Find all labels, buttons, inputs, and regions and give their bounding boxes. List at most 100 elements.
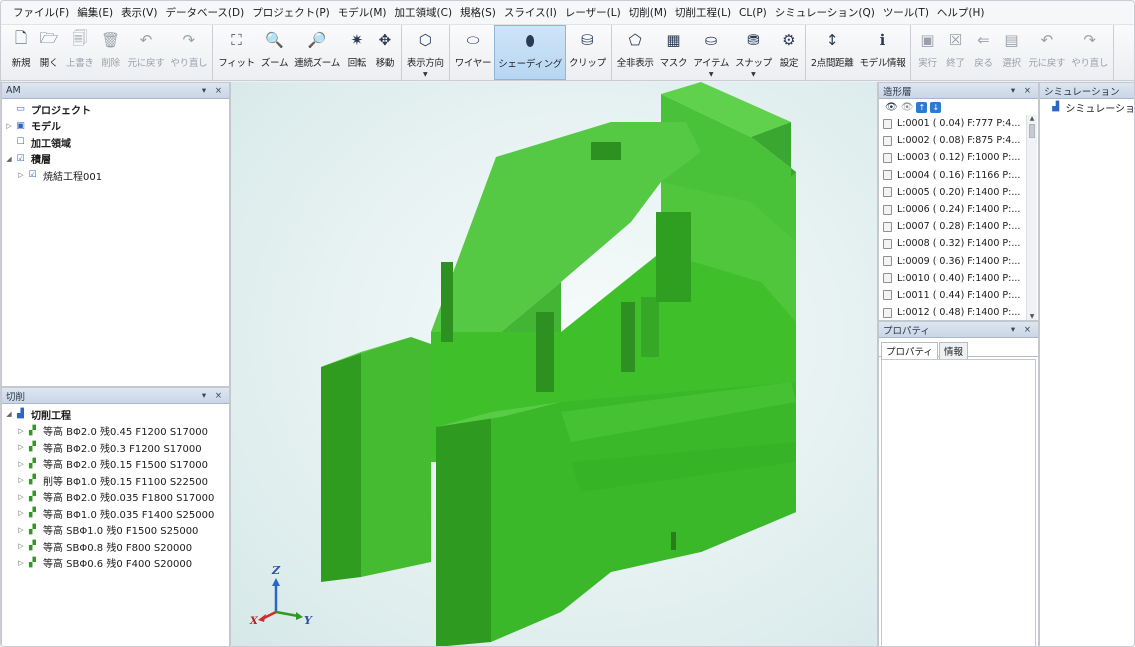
- run-button[interactable]: ▣ 実行: [913, 25, 941, 80]
- show-eye-icon[interactable]: 👁: [885, 102, 898, 113]
- distance-button[interactable]: ↕ 2点間距離: [808, 25, 857, 80]
- scroll-up-icon[interactable]: ▲: [1027, 115, 1037, 122]
- cut-process-item[interactable]: ▷ ▞ 等高 BΦ2.0 残0.15 F1500 S17000: [4, 456, 229, 473]
- simulation-item[interactable]: ▟ シミュレーショ: [1040, 99, 1134, 116]
- menu-item[interactable]: レーザー(L): [561, 5, 625, 20]
- layer-row[interactable]: L:0001 ( 0.04) F:777 P:4...: [879, 115, 1025, 132]
- layer-row[interactable]: L:0012 ( 0.48) F:1400 P:...: [879, 304, 1025, 320]
- mask-button[interactable]: ▦ マスク: [657, 25, 691, 80]
- arrow-down-icon[interactable]: ↓: [930, 101, 942, 113]
- am-tree-item[interactable]: ▭ プロジェクト: [4, 101, 229, 118]
- cut-process-item[interactable]: ▷ ▞ 等高 BΦ2.0 残0.3 F1200 S17000: [4, 439, 229, 456]
- menu-item[interactable]: 加工領域(C): [391, 5, 457, 20]
- redo-button[interactable]: ↷ やり直し: [167, 25, 210, 80]
- stop-button[interactable]: ☒ 終了: [941, 25, 969, 80]
- view-direction-button[interactable]: ⬡ 表示方向 ▼: [404, 25, 447, 80]
- tab-info[interactable]: 情報: [938, 342, 968, 359]
- menu-item[interactable]: プロジェクト(P): [248, 5, 334, 20]
- zoom-button[interactable]: 🔍 ズーム: [258, 25, 291, 80]
- am-tree-item[interactable]: ▷ ☑ 焼結工程001: [4, 167, 229, 184]
- cut-process-item[interactable]: ▷ ▞ 等高 BΦ1.0 残0.035 F1400 S25000: [4, 505, 229, 522]
- expand-arrow-icon[interactable]: ▷: [16, 460, 26, 468]
- layer-list-scrollbar[interactable]: ▲ ▼: [1026, 115, 1037, 320]
- menu-item[interactable]: スライス(I): [500, 5, 561, 20]
- layer-row[interactable]: L:0008 ( 0.32) F:1400 P:...: [879, 235, 1025, 252]
- scroll-down-icon[interactable]: ▼: [1027, 313, 1037, 320]
- am-tree-item[interactable]: ☐ 加工領域: [4, 134, 229, 151]
- menu-item[interactable]: ヘルプ(H): [933, 5, 989, 20]
- expand-arrow-icon[interactable]: ▷: [16, 476, 26, 484]
- cut-process-item[interactable]: ▷ ▞ 削等 BΦ1.0 残0.15 F1100 S22500: [4, 472, 229, 489]
- save-button[interactable]: 🗐 上書き: [63, 25, 97, 80]
- shading-button[interactable]: ⬮ シェーディング: [494, 25, 566, 80]
- info-button[interactable]: ℹ モデル情報: [856, 25, 908, 80]
- layer-row[interactable]: L:0005 ( 0.20) F:1400 P:...: [879, 184, 1025, 201]
- panel-controls[interactable]: ▾ ×: [1011, 325, 1034, 335]
- hide-eye-icon[interactable]: 👁: [901, 102, 914, 113]
- back-button[interactable]: ⇐ 戻る: [969, 25, 997, 80]
- item-button[interactable]: ⛀ アイテム ▼: [690, 25, 732, 80]
- layer-row[interactable]: L:0006 ( 0.24) F:1400 P:...: [879, 201, 1025, 218]
- cut-process-item[interactable]: ▷ ▞ 等高 BΦ2.0 残0.035 F1800 S17000: [4, 489, 229, 506]
- expand-arrow-icon[interactable]: ▷: [16, 542, 26, 550]
- menu-item[interactable]: ファイル(F): [9, 5, 73, 20]
- rotate-button[interactable]: ✷ 回転: [343, 25, 371, 80]
- cut-process-item[interactable]: ▷ ▞ 等高 SBΦ1.0 残0 F1500 S25000: [4, 522, 229, 539]
- panel-controls[interactable]: ▾ ×: [202, 391, 225, 401]
- expand-arrow-icon[interactable]: ▷: [16, 493, 26, 501]
- menu-item[interactable]: シミュレーション(Q): [771, 5, 879, 20]
- trash-button[interactable]: 🗑 削除: [97, 25, 125, 80]
- dropdown-arrow-icon[interactable]: ▼: [423, 71, 428, 78]
- layer-row[interactable]: L:0004 ( 0.16) F:1166 P:...: [879, 167, 1025, 184]
- hide-all-button[interactable]: ⬠ 全非表示: [614, 25, 657, 80]
- layer-row[interactable]: L:0003 ( 0.12) F:1000 P:...: [879, 149, 1025, 166]
- expand-arrow-icon[interactable]: ▷: [16, 427, 26, 435]
- expand-arrow-icon[interactable]: ▷: [4, 122, 14, 130]
- layer-row[interactable]: L:0007 ( 0.28) F:1400 P:...: [879, 218, 1025, 235]
- menu-item[interactable]: データベース(D): [161, 5, 248, 20]
- 3d-viewport[interactable]: Z Y X: [230, 82, 878, 646]
- menu-item[interactable]: モデル(M): [334, 5, 391, 20]
- expand-arrow-icon[interactable]: ▷: [16, 443, 26, 451]
- move-button[interactable]: ✥ 移動: [371, 25, 399, 80]
- collapse-arrow-icon[interactable]: ◢: [4, 410, 14, 418]
- menu-item[interactable]: 編集(E): [73, 5, 117, 20]
- cut-tree-root[interactable]: ◢ ▟ 切削工程: [4, 406, 229, 423]
- menu-item[interactable]: 切削工程(L): [671, 5, 735, 20]
- layer-row[interactable]: L:0010 ( 0.40) F:1400 P:...: [879, 270, 1025, 287]
- expand-arrow-icon[interactable]: ◢: [4, 155, 14, 163]
- layer-row[interactable]: L:0002 ( 0.08) F:875 P:4...: [879, 132, 1025, 149]
- expand-arrow-icon[interactable]: ▷: [16, 509, 26, 517]
- am-tree-item[interactable]: ▷ ▣ モデル: [4, 118, 229, 135]
- expand-arrow-icon[interactable]: ▷: [16, 171, 26, 179]
- new-file-button[interactable]: 🗋 新規: [7, 25, 35, 80]
- cut-process-item[interactable]: ▷ ▞ 等高 BΦ2.0 残0.45 F1200 S17000: [4, 423, 229, 440]
- am-tree-item[interactable]: ◢ ☑ 積層: [4, 151, 229, 168]
- scroll-thumb[interactable]: [1029, 124, 1035, 138]
- expand-arrow-icon[interactable]: ▷: [16, 559, 26, 567]
- arrow-up-icon[interactable]: ↑: [916, 101, 928, 113]
- dropdown-arrow-icon[interactable]: ▼: [751, 71, 756, 78]
- layer-row[interactable]: L:0011 ( 0.44) F:1400 P:...: [879, 287, 1025, 304]
- snap-button[interactable]: ⛃ スナップ ▼: [732, 25, 775, 80]
- undo-button[interactable]: ↶ 元に戻す: [125, 25, 168, 80]
- menu-item[interactable]: ツール(T): [879, 5, 933, 20]
- menu-item[interactable]: 切削(M): [625, 5, 671, 20]
- menu-item[interactable]: 表示(V): [117, 5, 161, 20]
- layer-row[interactable]: L:0009 ( 0.36) F:1400 P:...: [879, 253, 1025, 270]
- tab-properties[interactable]: プロパティ: [881, 342, 938, 359]
- expand-arrow-icon[interactable]: ▷: [16, 526, 26, 534]
- wireframe-button[interactable]: ⬭ ワイヤー: [452, 25, 495, 80]
- select-button[interactable]: ▤ 選択: [997, 25, 1025, 80]
- cut-process-item[interactable]: ▷ ▞ 等高 SBΦ0.8 残0 F800 S20000: [4, 538, 229, 555]
- panel-controls[interactable]: ▾ ×: [202, 86, 225, 96]
- open-file-button[interactable]: 🗁 開く: [35, 25, 63, 80]
- gear-button[interactable]: ⚙ 設定: [775, 25, 803, 80]
- undo-button[interactable]: ↶ 元に戻す: [1025, 25, 1068, 80]
- redo-button[interactable]: ↷ やり直し: [1068, 25, 1111, 80]
- menu-item[interactable]: CL(P): [735, 7, 771, 19]
- fit-button[interactable]: ⛶ フィット: [215, 25, 258, 80]
- continuous-zoom-button[interactable]: 🔎 連続ズーム: [291, 25, 343, 80]
- menu-item[interactable]: 規格(S): [456, 5, 500, 20]
- panel-controls[interactable]: ▾ ×: [1011, 86, 1034, 96]
